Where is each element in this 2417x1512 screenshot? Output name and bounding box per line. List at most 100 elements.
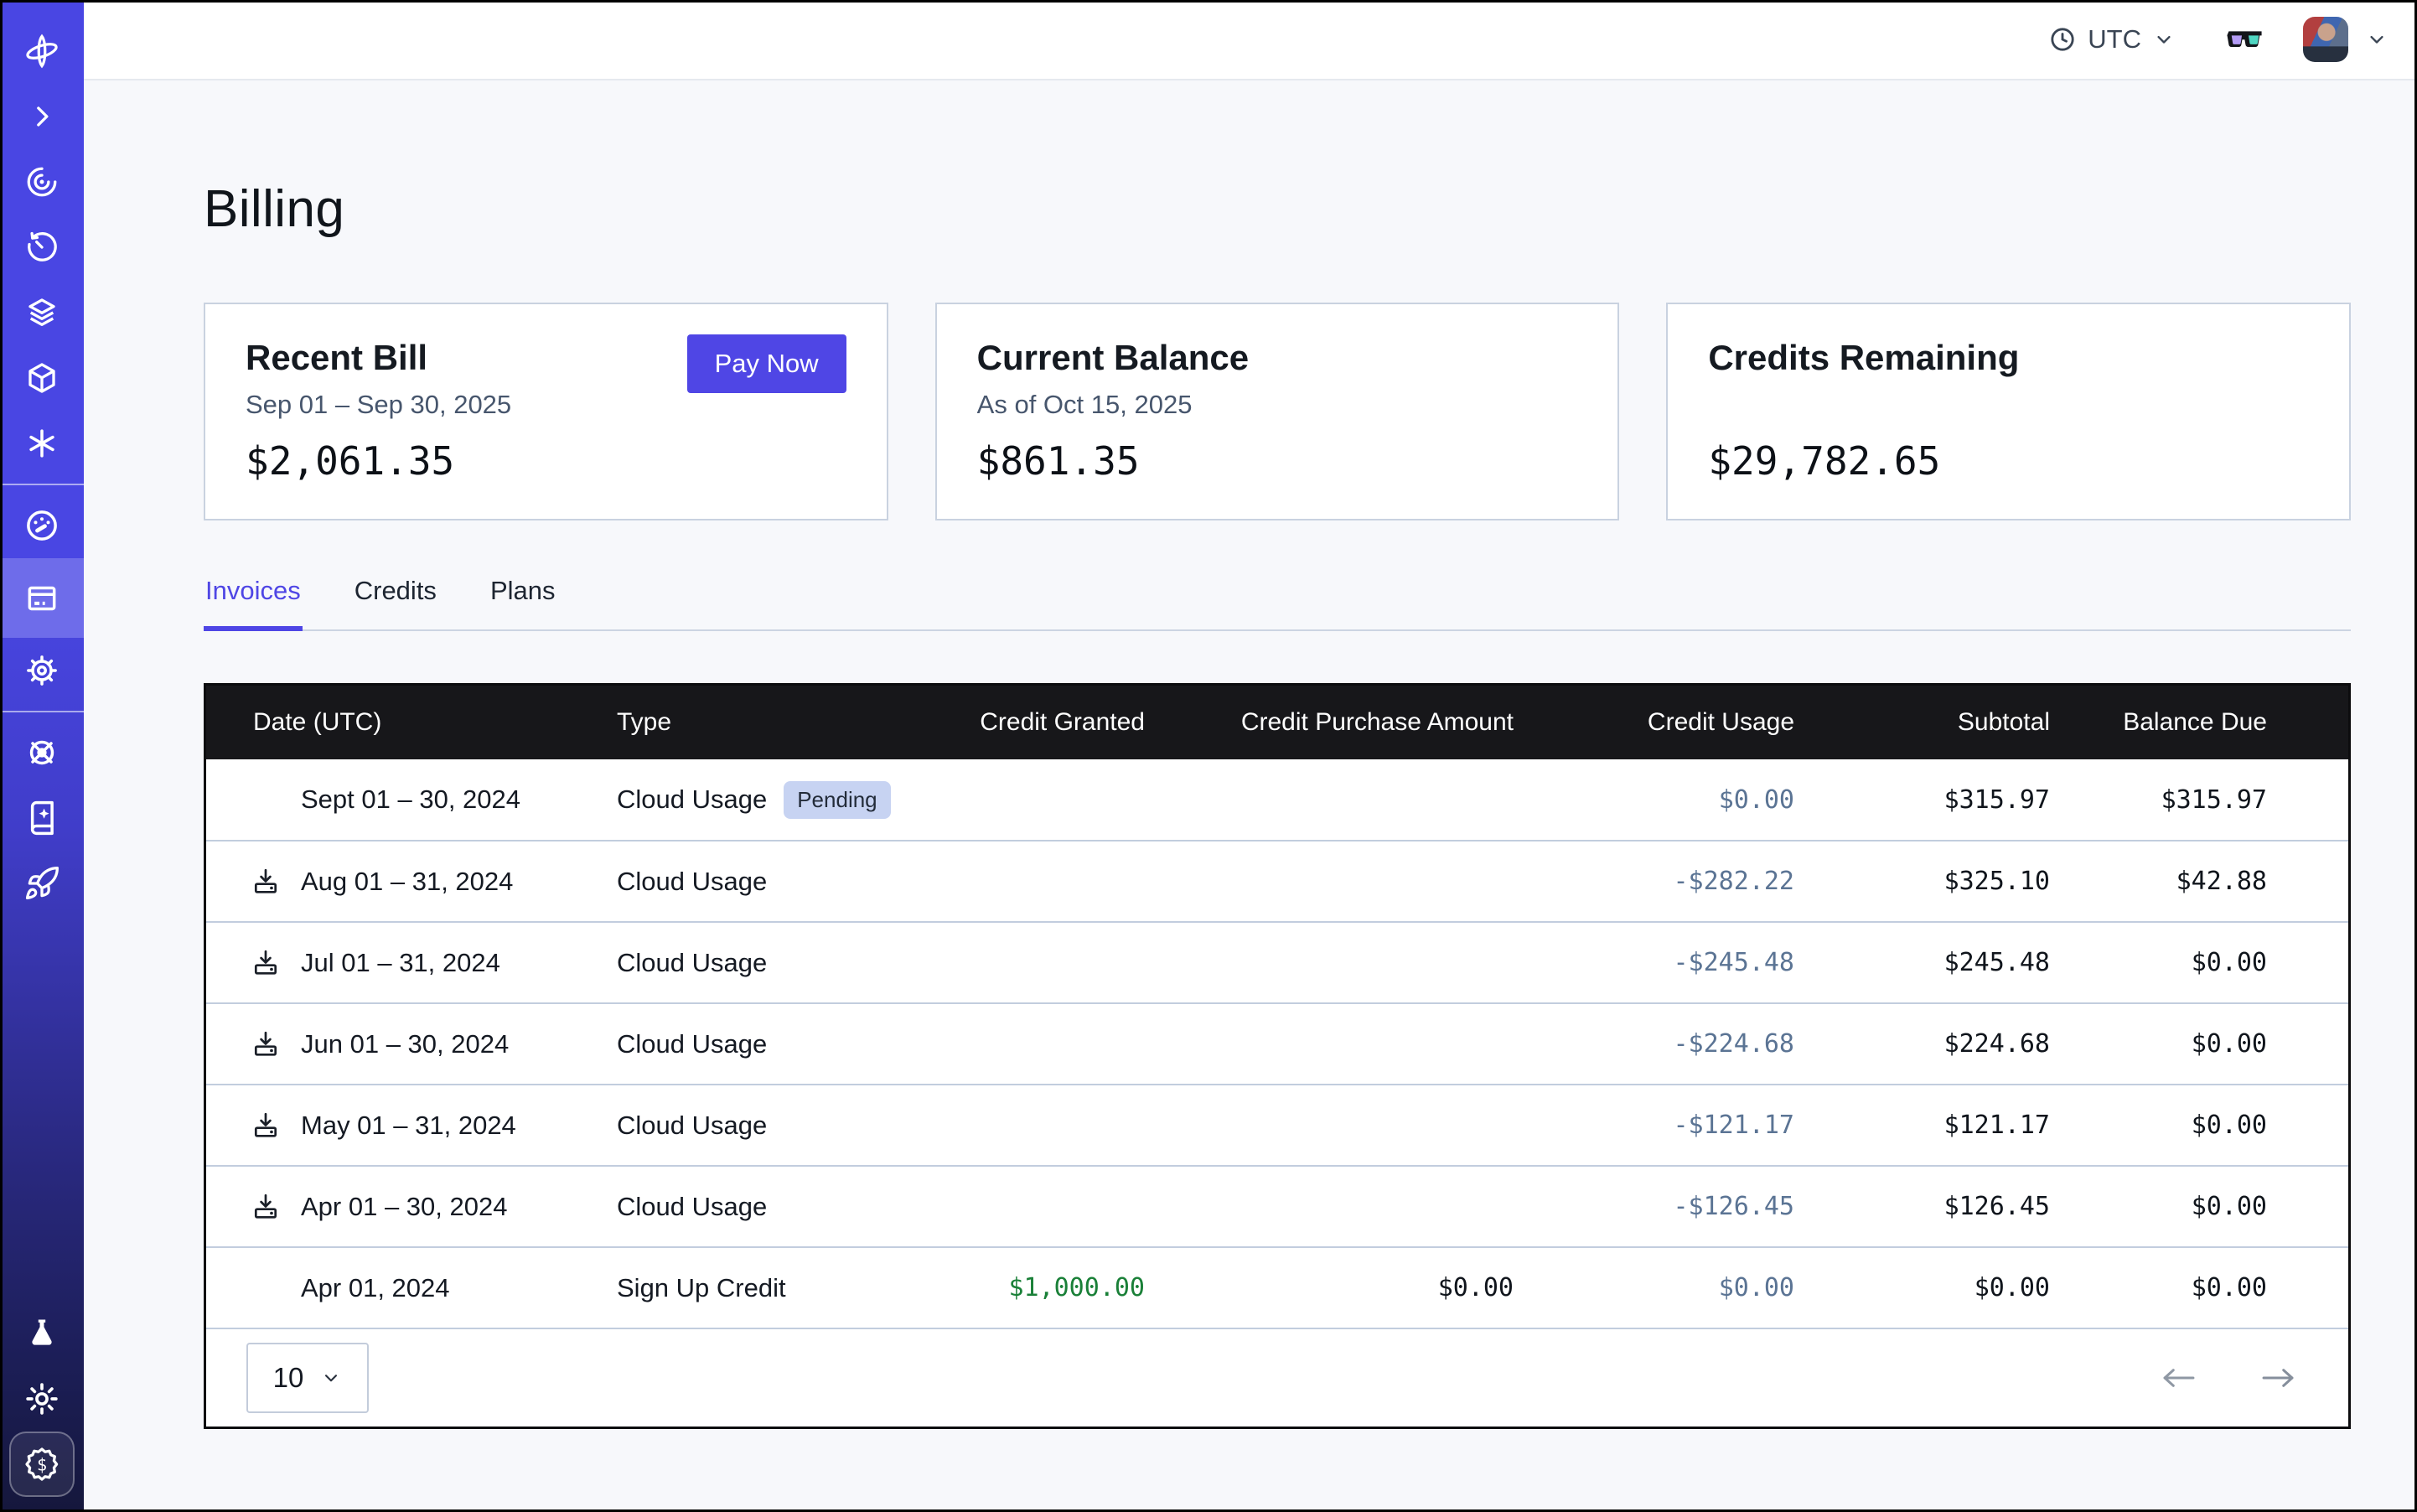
invoice-type: Cloud Usage xyxy=(617,948,767,978)
sidebar-item-logo[interactable] xyxy=(0,18,84,84)
card-subtitle xyxy=(1708,390,2019,422)
3d-glasses-icon xyxy=(2224,18,2266,60)
credit-granted-value xyxy=(935,841,1145,922)
subtotal-value: $224.68 xyxy=(1794,1003,2050,1085)
credit-purchase-value xyxy=(1145,1166,1514,1247)
history-timer-icon xyxy=(24,230,60,265)
column-header-subtotal: Subtotal xyxy=(1794,686,2050,759)
balance-due-value: $0.00 xyxy=(2050,1085,2348,1166)
credit-granted-value xyxy=(935,1085,1145,1166)
subtotal-value: $0.00 xyxy=(1794,1247,2050,1328)
sidebar-item-docs[interactable] xyxy=(0,785,84,851)
table-row: Sept 01 – 30, 2024 Cloud UsagePending $0… xyxy=(206,759,2348,841)
subtotal-value: $121.17 xyxy=(1794,1085,2050,1166)
card-subtitle: As of Oct 15, 2025 xyxy=(977,390,1249,422)
credit-granted-value xyxy=(935,1003,1145,1085)
sidebar-item-layers[interactable] xyxy=(0,280,84,345)
credit-purchase-value: $0.00 xyxy=(1145,1247,1514,1328)
invoice-type: Cloud Usage xyxy=(617,1111,767,1141)
table-row: Jun 01 – 30, 2024 Cloud Usage -$224.68 $… xyxy=(206,1003,2348,1085)
sidebar-divider xyxy=(0,711,84,712)
page-title: Billing xyxy=(204,179,2351,239)
balance-due-value: $42.88 xyxy=(2050,841,2348,922)
balance-due-value: $315.97 xyxy=(2050,759,2348,841)
credit-usage-value: -$224.68 xyxy=(1514,1003,1794,1085)
chevron-right-icon xyxy=(25,100,59,133)
orbit-logo-icon xyxy=(23,32,61,70)
balance-due-value: $0.00 xyxy=(2050,1003,2348,1085)
pay-now-button[interactable]: Pay Now xyxy=(687,334,846,393)
subtotal-value: $126.45 xyxy=(1794,1166,2050,1247)
credit-purchase-value xyxy=(1145,922,1514,1003)
credits-remaining-amount: $29,782.65 xyxy=(1708,438,2309,484)
table-row: May 01 – 31, 2024 Cloud Usage -$121.17 $… xyxy=(206,1085,2348,1166)
sidebar-divider xyxy=(0,484,84,485)
sidebar-item-asterisk[interactable] xyxy=(0,411,84,476)
card-title: Recent Bill xyxy=(246,338,511,378)
sidebar-item-packages[interactable] xyxy=(0,345,84,411)
sidebar-bottom-group: $ xyxy=(0,1301,84,1497)
invoice-date: Aug 01 – 31, 2024 xyxy=(301,867,513,897)
download-invoice-icon[interactable] xyxy=(251,1192,281,1222)
layers-icon xyxy=(24,295,60,330)
billing-tabs: Invoices Credits Plans xyxy=(204,576,2351,631)
credits-remaining-card: Credits Remaining $29,782.65 xyxy=(1666,303,2351,520)
topbar: UTC xyxy=(84,0,2417,80)
subtotal-value: $325.10 xyxy=(1794,841,2050,922)
credit-granted-value: $1,000.00 xyxy=(935,1247,1145,1328)
invoice-type: Cloud Usage xyxy=(617,867,767,897)
credit-purchase-value xyxy=(1145,841,1514,922)
recent-bill-amount: $2,061.35 xyxy=(246,438,846,484)
page-size-select[interactable]: 10 xyxy=(246,1343,369,1413)
column-header-type: Type xyxy=(617,686,935,759)
invoice-type: Cloud Usage xyxy=(617,1029,767,1059)
main-content: Billing Recent Bill Sep 01 – Sep 30, 202… xyxy=(84,82,2417,1512)
balance-due-value: $0.00 xyxy=(2050,922,2348,1003)
invoice-date: Sept 01 – 30, 2024 xyxy=(301,784,520,815)
invoice-date: Jun 01 – 30, 2024 xyxy=(301,1029,509,1059)
tab-credits[interactable]: Credits xyxy=(353,576,438,631)
package-cube-icon xyxy=(24,360,60,396)
balance-due-value: $0.00 xyxy=(2050,1166,2348,1247)
table-row: Apr 01 – 30, 2024 Cloud Usage -$126.45 $… xyxy=(206,1166,2348,1247)
sidebar-item-helm[interactable] xyxy=(0,720,84,785)
next-page-button[interactable] xyxy=(2259,1366,2296,1390)
helm-wheel-icon xyxy=(23,734,60,771)
credit-purchase-value xyxy=(1145,1085,1514,1166)
invoice-date: Apr 01 – 30, 2024 xyxy=(301,1192,507,1222)
tab-plans[interactable]: Plans xyxy=(489,576,557,631)
sidebar-item-history[interactable] xyxy=(0,215,84,280)
timezone-dropdown[interactable]: UTC xyxy=(2048,24,2176,54)
settings-gear-icon xyxy=(23,652,60,689)
credit-granted-value xyxy=(935,759,1145,841)
dollar-seal-icon: $ xyxy=(23,1445,61,1484)
sidebar-item-settings[interactable] xyxy=(0,638,84,703)
subtotal-value: $315.97 xyxy=(1794,759,2050,841)
current-balance-card: Current Balance As of Oct 15, 2025 $861.… xyxy=(935,303,1620,520)
sidebar-item-observe[interactable] xyxy=(0,149,84,215)
sidebar-item-labs[interactable] xyxy=(0,1301,84,1366)
credit-usage-value: $0.00 xyxy=(1514,1247,1794,1328)
sidebar-item-rocket[interactable] xyxy=(0,851,84,916)
download-invoice-icon[interactable] xyxy=(251,948,281,978)
timezone-label: UTC xyxy=(2088,24,2141,54)
sidebar-item-theme[interactable] xyxy=(0,1366,84,1432)
user-avatar[interactable] xyxy=(2303,17,2348,62)
card-subtitle: Sep 01 – Sep 30, 2025 xyxy=(246,390,511,422)
viewer-mode-button[interactable] xyxy=(2224,18,2266,60)
pricing-button[interactable]: $ xyxy=(9,1432,75,1497)
billing-card-icon xyxy=(23,580,60,617)
sidebar-item-expand[interactable] xyxy=(0,84,84,149)
chevron-down-icon xyxy=(320,1367,342,1389)
download-invoice-icon[interactable] xyxy=(251,1029,281,1059)
download-invoice-icon[interactable] xyxy=(251,867,281,897)
usage-gauge-icon xyxy=(23,507,60,544)
download-invoice-icon[interactable] xyxy=(251,1111,281,1141)
subtotal-value: $245.48 xyxy=(1794,922,2050,1003)
sidebar-item-billing[interactable] xyxy=(0,558,84,638)
sidebar-item-usage[interactable] xyxy=(0,493,84,558)
tab-invoices[interactable]: Invoices xyxy=(204,576,303,631)
previous-page-button[interactable] xyxy=(2161,1366,2197,1390)
credit-usage-value: -$245.48 xyxy=(1514,922,1794,1003)
account-menu-button[interactable] xyxy=(2365,28,2389,51)
